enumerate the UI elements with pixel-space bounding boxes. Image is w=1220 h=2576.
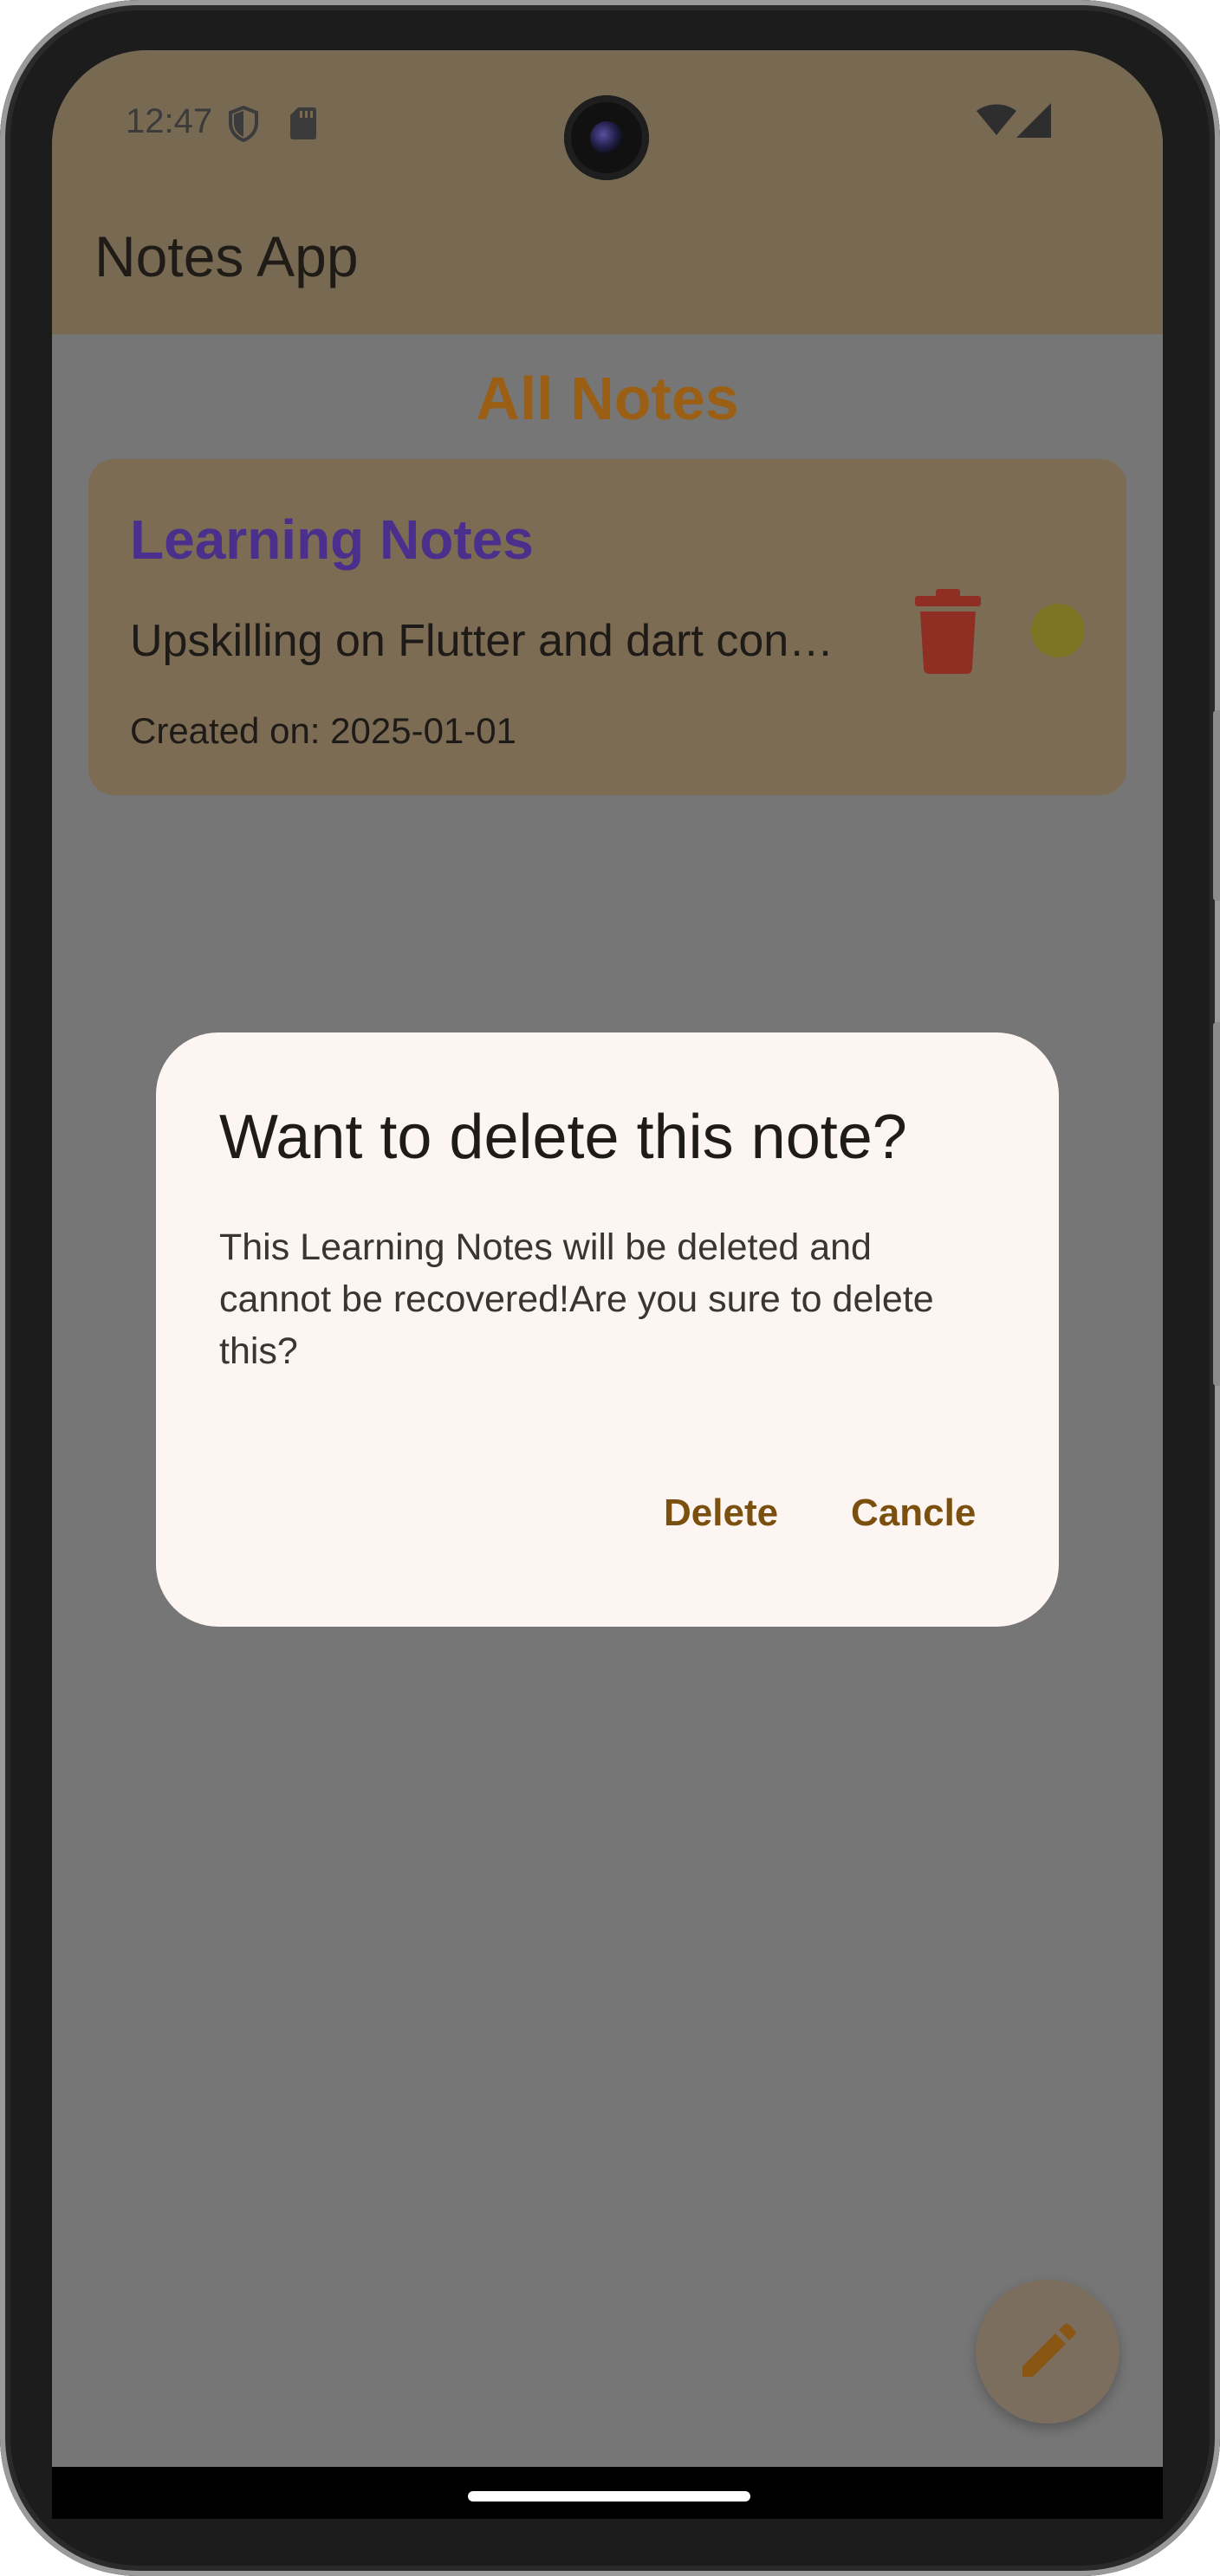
app-title: Notes App bbox=[94, 224, 359, 288]
delete-button[interactable]: Delete bbox=[664, 1492, 778, 1535]
volume-button bbox=[1213, 710, 1220, 901]
note-body: Upskilling on Flutter and dart con… bbox=[130, 616, 834, 666]
dialog-message: This Learning Notes will be deleted and … bbox=[219, 1227, 934, 1372]
delete-confirmation-dialog: Want to delete this note? This Learning … bbox=[156, 1032, 1059, 1627]
sd-card-icon bbox=[289, 106, 317, 145]
home-indicator[interactable] bbox=[468, 2491, 750, 2502]
front-camera bbox=[564, 95, 649, 180]
dialog-title: Want to delete this note? bbox=[219, 1103, 907, 1172]
shield-icon bbox=[228, 105, 259, 146]
note-card[interactable]: Learning Notes Upskilling on Flutter and… bbox=[88, 459, 1126, 795]
power-button bbox=[1213, 1022, 1220, 1386]
section-title: All Notes bbox=[476, 365, 739, 432]
cancel-button[interactable]: Cancle bbox=[851, 1492, 976, 1535]
note-created-date: Created on: 2025-01-01 bbox=[130, 710, 516, 751]
note-color-dot[interactable] bbox=[1031, 604, 1085, 657]
note-title: Learning Notes bbox=[130, 508, 534, 571]
add-note-button[interactable] bbox=[976, 2280, 1119, 2424]
phone-frame: 12:47 Notes App All Notes Learning Notes… bbox=[0, 0, 1220, 2576]
app-bar: 12:47 Notes App bbox=[52, 50, 1163, 334]
wifi-icon bbox=[976, 104, 1017, 141]
trash-icon[interactable] bbox=[912, 587, 984, 674]
camera-lens bbox=[590, 121, 623, 154]
signal-icon bbox=[1016, 102, 1052, 143]
app-screen: 12:47 Notes App All Notes Learning Notes… bbox=[52, 50, 1163, 2467]
status-time: 12:47 bbox=[126, 102, 213, 140]
